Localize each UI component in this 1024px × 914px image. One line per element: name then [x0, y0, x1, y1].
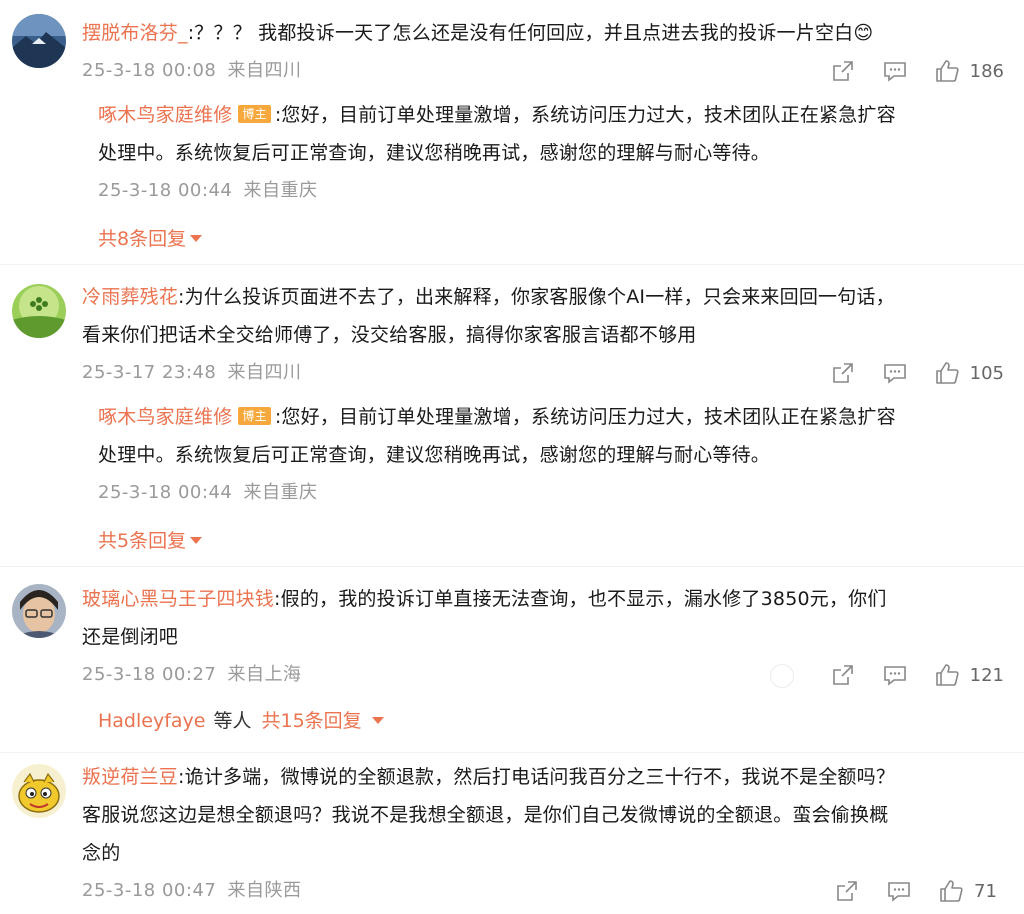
more-replies-label: 共15条回复	[261, 710, 362, 732]
comment-username[interactable]: 冷雨葬残花	[82, 286, 178, 308]
reply-item: 啄木鸟家庭维修 博主:您好，目前订单处理量激增，系统访问压力过大，技术团队正在紧急…	[98, 398, 1004, 560]
reply-content-line1: :您好，目前订单处理量激增，系统访问压力过大，技术团队正在紧急扩容	[274, 406, 896, 428]
blogger-badge: 博主	[238, 105, 271, 123]
reply-text: 啄木鸟家庭维修 博主:您好，目前订单处理量激增，系统访问压力过大，技术团队正在紧急…	[98, 96, 1004, 172]
divider	[0, 752, 1024, 753]
comment-location: 来自四川	[227, 362, 302, 383]
more-replies-label: 共5条回复	[98, 530, 187, 552]
comment-meta: 25-3-17 23:48 来自四川 105	[82, 354, 1004, 392]
caret-down-icon	[190, 537, 203, 544]
reply-time: 25-3-18 00:44	[98, 180, 233, 201]
share-icon[interactable]	[834, 878, 860, 904]
comment-time: 25-3-18 00:08	[82, 60, 217, 81]
comment-username[interactable]: 叛逆荷兰豆	[82, 766, 178, 788]
avatar[interactable]	[12, 14, 66, 68]
watermark-circle-icon	[770, 664, 794, 688]
comment-location: 来自四川	[227, 60, 302, 81]
reply-content-line2: 处理中。系统恢复后可正常查询，建议您稍晚再试，感谢您的理解与耐心等待。	[98, 142, 771, 164]
comment-content: :？？？ 我都投诉一天了怎么还是没有任何回应，并且点进去我的投诉一片空白	[187, 22, 854, 44]
comment-meta: 25-3-18 00:47 来自陕西 71	[82, 872, 1004, 910]
avatar[interactable]	[12, 584, 66, 638]
more-replies-link[interactable]: Hadleyfaye 等人 共15条回复	[98, 702, 1004, 740]
comment-time: 25-3-18 00:27	[82, 664, 217, 685]
reply-location: 来自重庆	[243, 180, 318, 201]
comment-username[interactable]: 摆脱布洛芬_	[82, 22, 188, 44]
comment-username[interactable]: 玻璃心黑马王子四块钱	[82, 588, 274, 610]
reply-content-line2: 处理中。系统恢复后可正常查询，建议您稍晚再试，感谢您的理解与耐心等待。	[98, 444, 771, 466]
like-icon[interactable]	[934, 360, 960, 386]
caret-down-icon	[371, 717, 384, 724]
comment-meta: 25-3-18 00:08 来自四川 186	[82, 52, 1004, 90]
comment-location: 来自上海	[227, 664, 302, 685]
smile-emoji-icon: 😊	[853, 22, 874, 44]
comment-location: 来自陕西	[227, 880, 302, 901]
like-count: 105	[969, 362, 1004, 384]
like-count: 121	[969, 664, 1004, 686]
more-replies-link[interactable]: 共5条回复	[98, 522, 1004, 560]
share-icon[interactable]	[830, 360, 856, 386]
comment-content-line2: 看来你们把话术全交给师傅了，没交给客服，搞得你家客服言语都不够用	[82, 324, 697, 346]
more-replies-label: 共8条回复	[98, 228, 187, 250]
comment-time: 25-3-17 23:48	[82, 362, 217, 383]
share-icon[interactable]	[830, 58, 856, 84]
reply-username[interactable]: 啄木鸟家庭维修	[98, 406, 232, 428]
reply-content-line1: :您好，目前订单处理量激增，系统访问压力过大，技术团队正在紧急扩容	[274, 104, 896, 126]
like-count: 71	[974, 880, 997, 902]
comment-content-line1: :假的，我的投诉订单直接无法查询，也不显示，漏水修了3850元，你们	[274, 588, 887, 610]
share-icon[interactable]	[830, 662, 856, 688]
caret-down-icon	[190, 235, 203, 242]
reply-location: 来自重庆	[243, 482, 318, 503]
comment-actions: 121	[804, 656, 1004, 694]
comment-content-line2: 客服说您这边是想全额退吗？我说不是我想全额退，是你们自己发微博说的全额退。蛮会偷…	[82, 804, 889, 826]
comment-actions: 186	[804, 52, 1004, 90]
comment-content-line3: 念的	[82, 842, 121, 864]
comment-actions: 71	[808, 872, 1004, 910]
comment-icon[interactable]	[882, 662, 908, 688]
reply-summary: Hadleyfaye 等人 共15条回复	[98, 702, 1004, 740]
comment-content-line1: :诡计多端，微博说的全额退款，然后打电话问我百分之三十行不，我说不是全额吗？	[178, 766, 896, 788]
comment-icon[interactable]	[886, 878, 912, 904]
comment-text: 玻璃心黑马王子四块钱:假的，我的投诉订单直接无法查询，也不显示，漏水修了3850…	[82, 580, 1004, 656]
comment-icon[interactable]	[882, 360, 908, 386]
comment-text: 叛逆荷兰豆:诡计多端，微博说的全额退款，然后打电话问我百分之三十行不，我说不是全…	[82, 758, 1004, 872]
reply-text: 啄木鸟家庭维修 博主:您好，目前订单处理量激增，系统访问压力过大，技术团队正在紧急…	[98, 398, 1004, 474]
comment-icon[interactable]	[882, 58, 908, 84]
like-icon[interactable]	[934, 58, 960, 84]
avatar[interactable]	[12, 284, 66, 338]
like-count: 186	[969, 60, 1004, 82]
comment-time: 25-3-18 00:47	[82, 880, 217, 901]
comment-content-line1: :为什么投诉页面进不去了，出来解释，你家客服像个AI一样，只会来来回回一句话，	[178, 286, 895, 308]
comment-content-line2: 还是倒闭吧	[82, 626, 179, 648]
reply-time: 25-3-18 00:44	[98, 482, 233, 503]
more-replies-link[interactable]: 共8条回复	[98, 220, 1004, 258]
comment-actions: 105	[804, 354, 1004, 392]
divider	[0, 264, 1024, 265]
replier-username[interactable]: Hadleyfaye	[98, 710, 205, 732]
replier-suffix: 等人	[213, 710, 252, 732]
comment-text: 冷雨葬残花:为什么投诉页面进不去了，出来解释，你家客服像个AI一样，只会来来回回…	[82, 278, 1004, 354]
blogger-badge: 博主	[238, 407, 271, 425]
divider	[0, 566, 1024, 567]
reply-meta: 25-3-18 00:44 来自重庆	[98, 172, 1004, 210]
reply-username[interactable]: 啄木鸟家庭维修	[98, 104, 232, 126]
reply-meta: 25-3-18 00:44 来自重庆	[98, 474, 1004, 512]
comment-text: 摆脱布洛芬_:？？？ 我都投诉一天了怎么还是没有任何回应，并且点进去我的投诉一片…	[82, 14, 1004, 52]
avatar[interactable]	[12, 764, 66, 818]
like-icon[interactable]	[938, 878, 964, 904]
comment-meta: 25-3-18 00:27 来自上海 121	[82, 656, 1004, 694]
like-icon[interactable]	[934, 662, 960, 688]
reply-item: 啄木鸟家庭维修 博主:您好，目前订单处理量激增，系统访问压力过大，技术团队正在紧急…	[98, 96, 1004, 258]
